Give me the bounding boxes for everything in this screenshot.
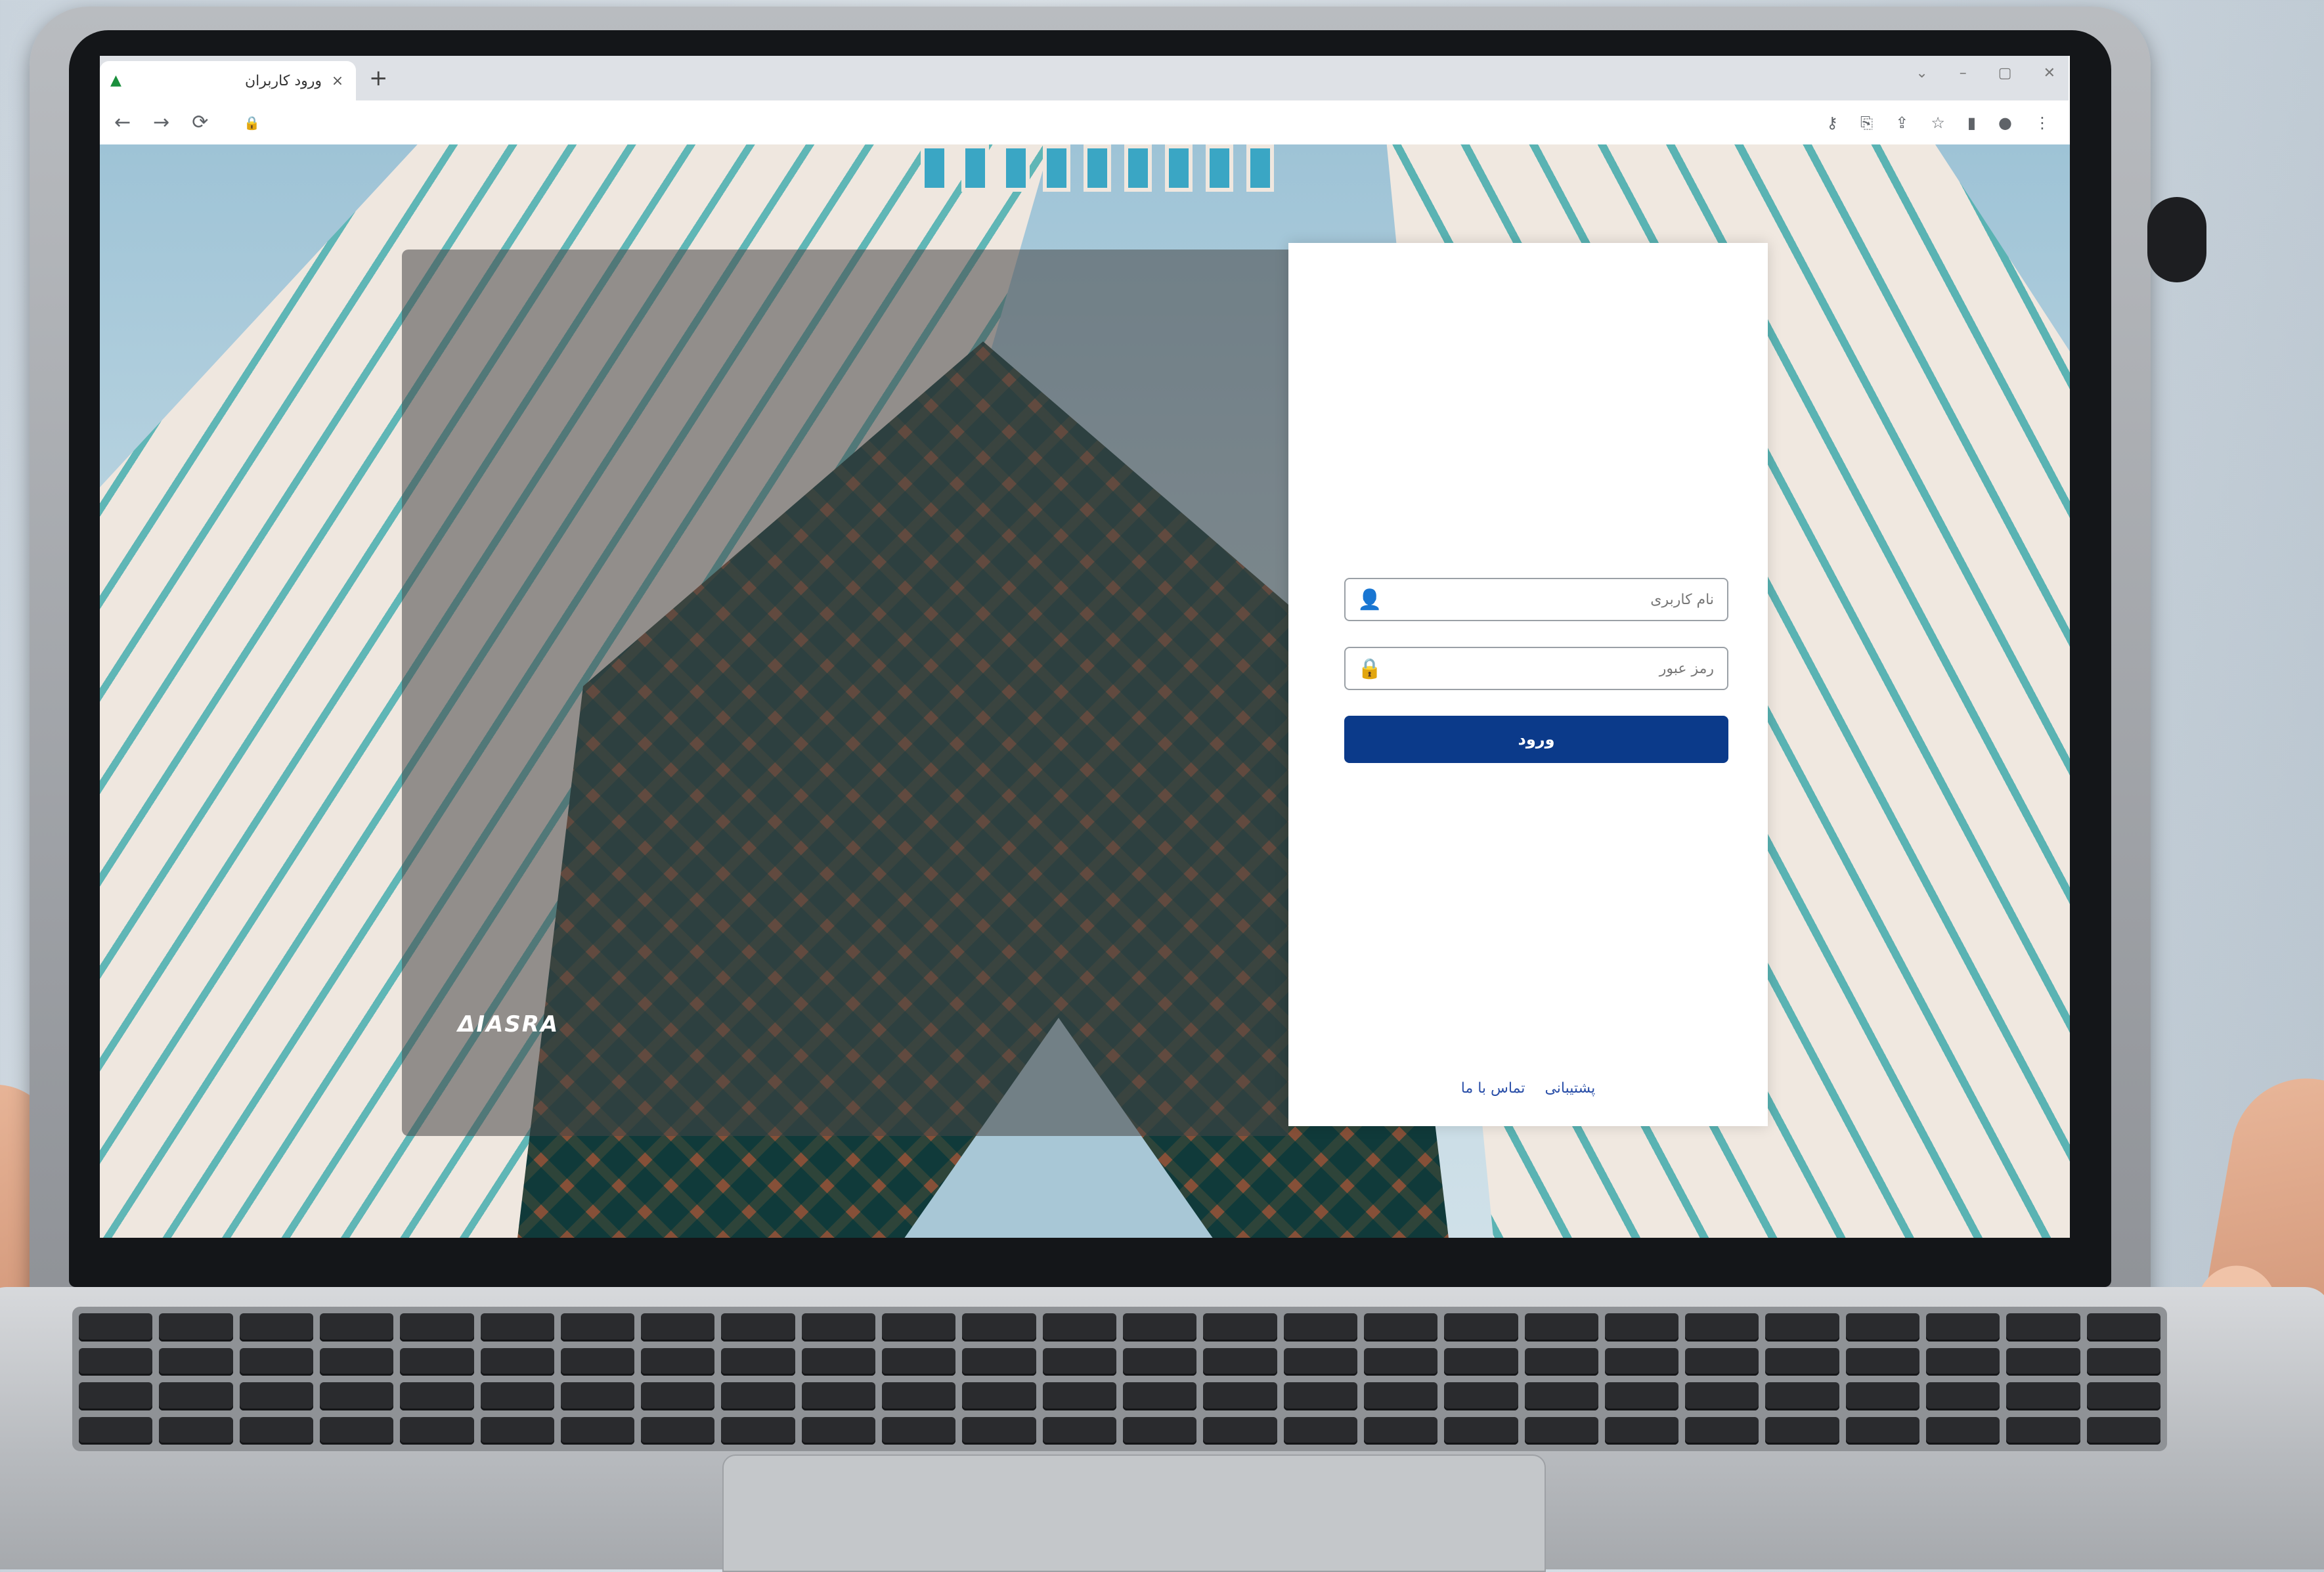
username-field[interactable]: 👤 — [1344, 578, 1728, 621]
laptop-screen: ▲ ورود کاربران × + ⌄ – ▢ ✕ ← → ⟳ 🔒 ⚷ ⎘ ⇪ — [100, 56, 2070, 1238]
browser-toolbar: ← → ⟳ 🔒 ⚷ ⎘ ⇪ ☆ ▮ ● ⋮ — [100, 100, 2069, 144]
image-overlay-panel — [402, 250, 1288, 1136]
user-icon: 👤 — [1357, 588, 1382, 611]
reload-button[interactable]: ⟳ — [192, 111, 208, 134]
footer-links: پشتیبانی تماس با ما — [1288, 1080, 1768, 1097]
minimize-button[interactable]: – — [1960, 65, 1967, 81]
share-icon[interactable]: ⇪ — [1895, 114, 1908, 132]
password-field[interactable]: 🔒 — [1344, 647, 1728, 690]
login-button[interactable]: ورود — [1344, 716, 1728, 763]
new-tab-button[interactable]: + — [369, 65, 388, 91]
laptop-side-bump — [2147, 197, 2206, 282]
lock-icon: 🔒 — [1357, 657, 1382, 680]
keyboard — [72, 1307, 2167, 1451]
laptop-base — [0, 1287, 2324, 1572]
window-controls: ⌄ – ▢ ✕ — [1916, 65, 2055, 81]
tab-search-icon[interactable]: ⌄ — [1916, 65, 1927, 81]
address-bar[interactable]: 🔒 — [234, 108, 1820, 137]
back-button[interactable]: ← — [114, 111, 131, 134]
trackpad — [722, 1454, 1546, 1572]
password-input[interactable] — [1380, 659, 1715, 678]
tab-close-icon[interactable]: × — [330, 73, 345, 89]
maximize-button[interactable]: ▢ — [1998, 65, 2012, 81]
menu-icon[interactable]: ⋮ — [2034, 114, 2050, 132]
username-input[interactable] — [1380, 590, 1715, 609]
toolbar-icons: ⚷ ⎘ ⇪ ☆ ▮ ● ⋮ — [1826, 114, 2050, 132]
star-icon[interactable]: ☆ — [1931, 114, 1945, 132]
sidebar-icon[interactable]: ▮ — [1967, 114, 1976, 132]
login-page: ΔIASRA 👤 🔒 ورود پشتیبانی تماس با ما — [100, 144, 2070, 1238]
forward-button[interactable]: → — [153, 111, 169, 134]
lock-icon: 🔒 — [244, 114, 261, 131]
translate-icon[interactable]: ⎘ — [1860, 114, 1873, 132]
tab-login[interactable]: ▲ ورود کاربران × — [100, 61, 356, 100]
app-logo-icon: ▲ — [110, 72, 121, 89]
key-icon[interactable]: ⚷ — [1826, 114, 1838, 132]
support-link[interactable]: پشتیبانی — [1545, 1080, 1595, 1097]
nav-buttons: ← → ⟳ — [114, 111, 208, 134]
close-window-button[interactable]: ✕ — [2044, 65, 2055, 81]
brand-logo: ΔIASRA — [458, 1011, 559, 1037]
tab-title: ورود کاربران — [245, 72, 322, 89]
background-tower-windows — [921, 144, 1274, 192]
contact-link[interactable]: تماس با ما — [1461, 1080, 1525, 1097]
profile-icon[interactable]: ● — [1998, 114, 2012, 132]
browser-chrome: ▲ ورود کاربران × + ⌄ – ▢ ✕ ← → ⟳ 🔒 ⚷ ⎘ ⇪ — [100, 56, 2069, 145]
login-card: 👤 🔒 ورود پشتیبانی تماس با ما — [1288, 243, 1768, 1126]
